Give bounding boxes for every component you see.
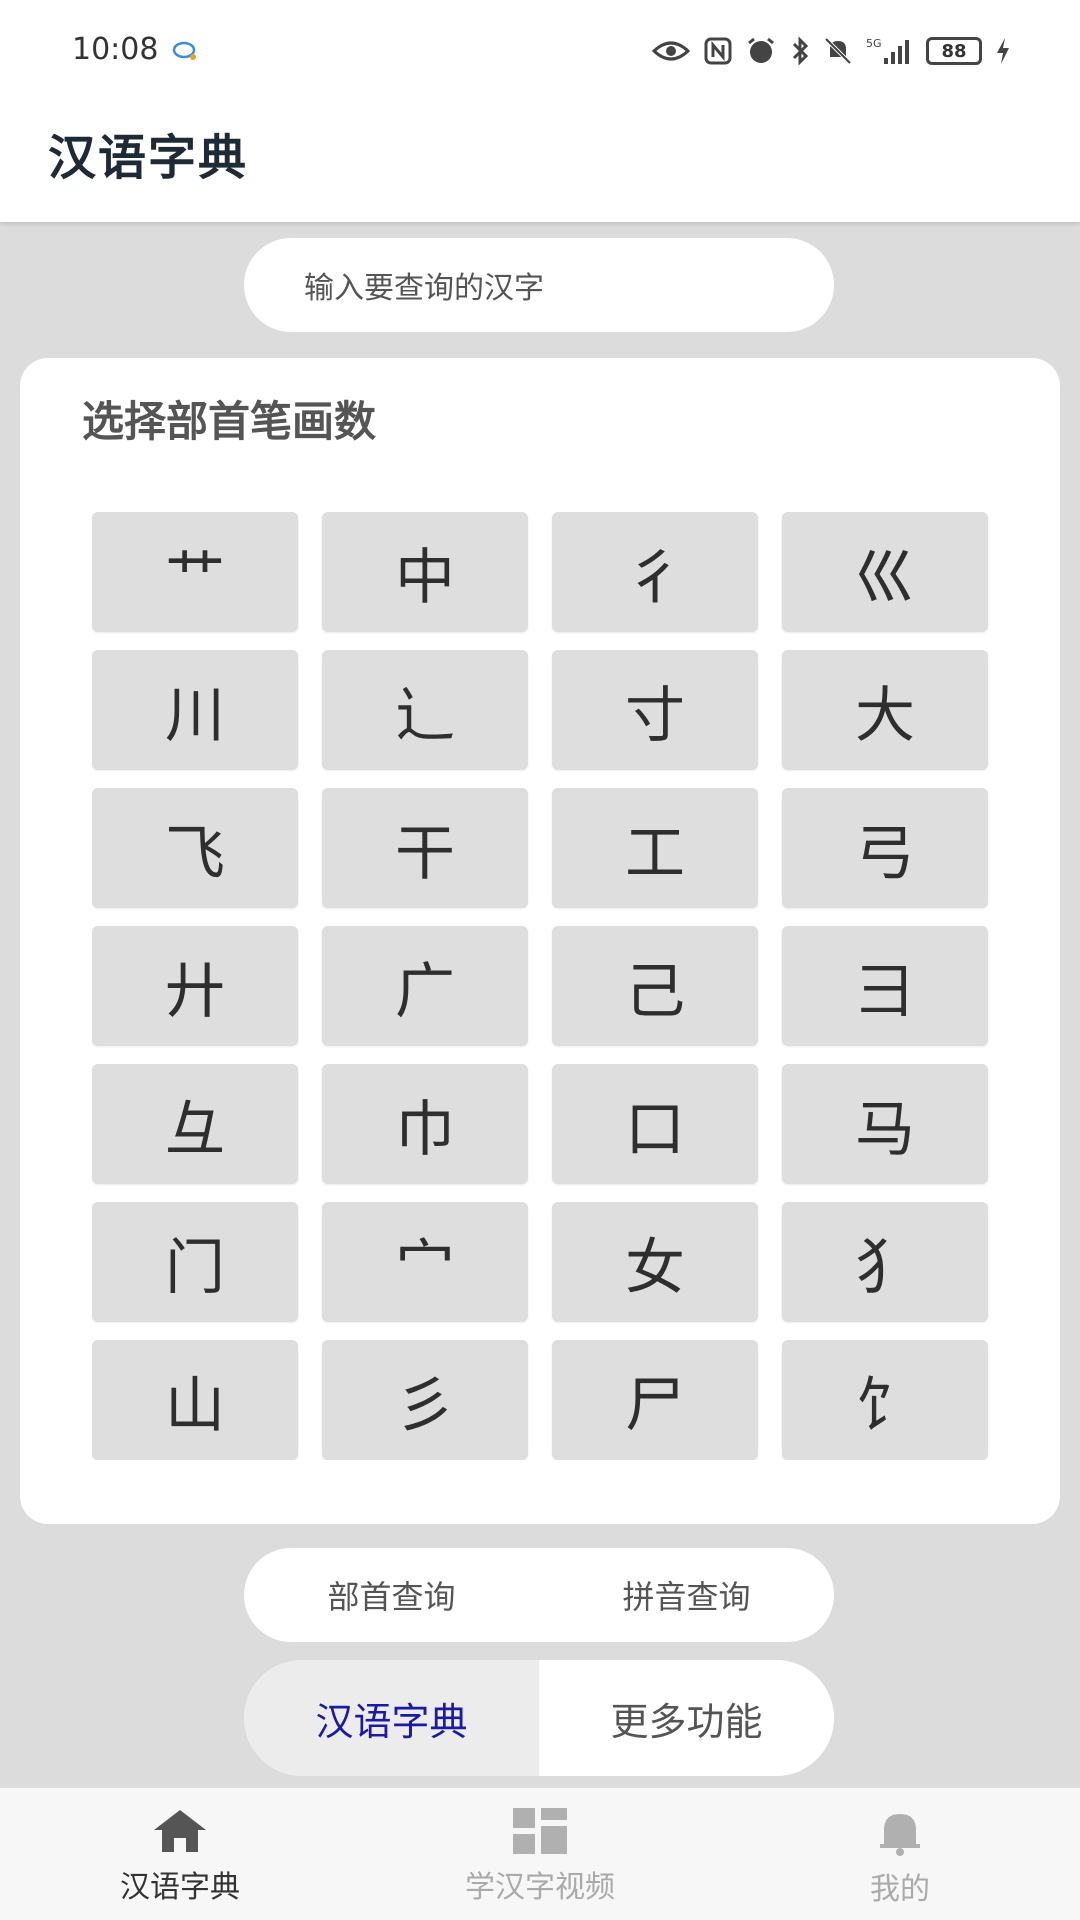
- radical-button[interactable]: 山: [92, 1340, 298, 1460]
- signal-icon: 5G: [866, 37, 909, 64]
- charging-icon: [997, 38, 1009, 64]
- query-type-switch: 部首查询 拼音查询: [244, 1548, 834, 1642]
- radical-button[interactable]: 巛: [782, 512, 988, 632]
- radical-button[interactable]: 川: [92, 650, 298, 770]
- radical-button[interactable]: 辶: [322, 650, 528, 770]
- bluetooth-icon: [792, 36, 809, 66]
- radical-grid-scroll[interactable]: 艹 中 彳 巛 川 辶 寸 大 飞 干 工 弓 廾 广 己 彐 彑 巾 口 马 …: [92, 512, 1012, 1460]
- radical-grid: 艹 中 彳 巛 川 辶 寸 大 飞 干 工 弓 廾 广 己 彐 彑 巾 口 马 …: [92, 512, 1012, 1460]
- radical-button[interactable]: 廾: [92, 926, 298, 1046]
- radical-button[interactable]: 工: [552, 788, 758, 908]
- radical-button[interactable]: 己: [552, 926, 758, 1046]
- radical-button[interactable]: 马: [782, 1064, 988, 1184]
- bell-icon: [880, 1814, 920, 1856]
- radical-button[interactable]: 门: [92, 1202, 298, 1322]
- card-title: 选择部首笔画数: [82, 397, 377, 446]
- nav-item-dictionary[interactable]: 汉语字典: [0, 1788, 360, 1920]
- search-placeholder: 输入要查询的汉字: [304, 271, 544, 306]
- more-features-button[interactable]: 更多功能: [539, 1660, 834, 1776]
- nav-item-videos[interactable]: 学汉字视频: [360, 1788, 720, 1920]
- dashboard-icon: [513, 1808, 567, 1854]
- radical-button[interactable]: 寸: [552, 650, 758, 770]
- radical-button[interactable]: 弓: [782, 788, 988, 908]
- pinyin-query-button[interactable]: 拼音查询: [539, 1548, 834, 1642]
- radical-button[interactable]: 巾: [322, 1064, 528, 1184]
- battery-indicator: 88: [926, 37, 982, 65]
- status-icons: 5G 88: [652, 34, 1010, 68]
- radical-button[interactable]: 口: [552, 1064, 758, 1184]
- eye-icon: [652, 41, 690, 61]
- mode-toggle: 汉语字典 更多功能: [244, 1660, 834, 1776]
- home-icon: [154, 1810, 206, 1852]
- status-time: 10:08: [72, 32, 159, 67]
- radical-query-button[interactable]: 部首查询: [244, 1548, 539, 1642]
- mute-bell-icon: [824, 37, 852, 65]
- search-input[interactable]: 输入要查询的汉字: [244, 238, 834, 332]
- nav-label: 学汉字视频: [465, 1870, 615, 1905]
- dictionary-mode-button[interactable]: 汉语字典: [244, 1660, 539, 1776]
- radical-button[interactable]: 饣: [782, 1340, 988, 1460]
- radical-card: 选择部首笔画数 艹 中 彳 巛 川 辶 寸 大 飞 干 工 弓 廾 广 己 彐 …: [20, 358, 1060, 1524]
- top-bar: 10:08 5G 88 汉语字典: [0, 0, 1080, 222]
- alarm-icon: [748, 37, 774, 63]
- radical-button[interactable]: 犭: [782, 1202, 988, 1322]
- radical-button[interactable]: 艹: [92, 512, 298, 632]
- nav-item-profile[interactable]: 我的: [720, 1788, 1080, 1920]
- radical-button[interactable]: 彳: [552, 512, 758, 632]
- radical-button[interactable]: 彑: [92, 1064, 298, 1184]
- radical-button[interactable]: 中: [322, 512, 528, 632]
- nav-label: 我的: [870, 1872, 930, 1907]
- battery-level: 88: [941, 40, 967, 62]
- nav-label: 汉语字典: [120, 1870, 240, 1905]
- radical-button[interactable]: 广: [322, 926, 528, 1046]
- radical-button[interactable]: 彐: [782, 926, 988, 1046]
- radical-button[interactable]: 宀: [322, 1202, 528, 1322]
- radical-button[interactable]: 干: [322, 788, 528, 908]
- radical-button[interactable]: 女: [552, 1202, 758, 1322]
- bottom-nav: 汉语字典 学汉字视频 我的: [0, 1788, 1080, 1920]
- app-title: 汉语字典: [48, 130, 249, 186]
- message-icon: [172, 41, 196, 60]
- nfc-icon: [704, 37, 732, 65]
- radical-button[interactable]: 彡: [322, 1340, 528, 1460]
- signal-label: 5G: [866, 37, 882, 50]
- radical-button[interactable]: 飞: [92, 788, 298, 908]
- radical-button[interactable]: 大: [782, 650, 988, 770]
- radical-button[interactable]: 尸: [552, 1340, 758, 1460]
